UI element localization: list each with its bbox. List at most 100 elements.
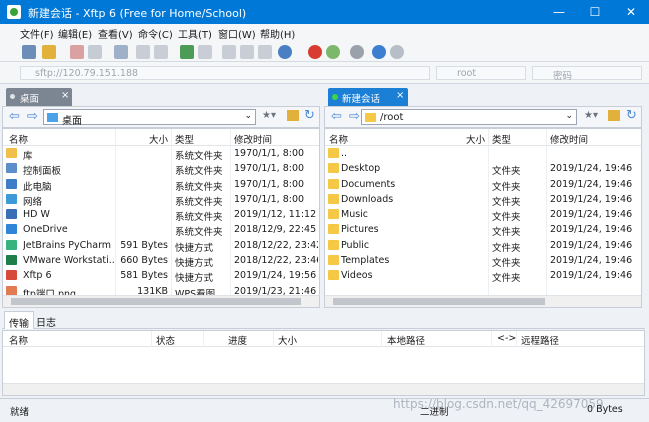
minimize-button[interactable]: — (541, 0, 577, 24)
globe-icon[interactable] (278, 45, 292, 59)
rename-icon[interactable] (222, 45, 236, 59)
left-path-field[interactable]: 桌面 ⌄ (43, 109, 256, 127)
help-icon[interactable] (372, 45, 386, 59)
col-name[interactable]: 名称 (329, 132, 348, 146)
bookmark-star-icon[interactable]: ★▾ (584, 110, 598, 121)
password-field[interactable]: 密码 (532, 66, 642, 82)
refresh-icon[interactable]: ↻ (626, 108, 637, 123)
gear-icon[interactable] (350, 45, 364, 59)
right-row[interactable]: Documents 文件夹 2019/1/24, 19:46 (325, 177, 641, 193)
col-direction[interactable]: <-> (497, 333, 516, 344)
left-row[interactable]: OneDrive 系统文件夹 2018/12/9, 22:45 (3, 222, 319, 239)
right-cell-modified: 2019/1/24, 19:46 (550, 270, 633, 282)
bookmark-star-icon[interactable]: ★▾ (262, 110, 276, 121)
right-cell-type: 文件夹 (492, 273, 521, 285)
col-modified[interactable]: 修改时间 (234, 132, 272, 146)
col-size[interactable]: 大小 (149, 132, 168, 146)
tab-close-icon[interactable]: × (396, 90, 404, 101)
left-row[interactable]: 网络 系统文件夹 1970/1/1, 8:00 (3, 192, 319, 208)
transfer-h-scrollbar[interactable] (3, 383, 644, 395)
open-folder-icon[interactable] (42, 45, 56, 59)
local-file-list: 名称 大小 类型 修改时间 库系统文件夹 1970/1/1, 8:00 控制面板 系统… (2, 128, 320, 308)
delete-icon[interactable] (240, 45, 254, 59)
sync-icon[interactable] (198, 45, 212, 59)
new-session-icon[interactable] (22, 45, 36, 59)
file-icon (6, 148, 17, 158)
right-row[interactable]: Public 文件夹 2019/1/24, 19:46 (325, 238, 641, 254)
menu-help[interactable]: 帮助(H) (260, 26, 295, 41)
tab-close-icon[interactable]: × (61, 90, 69, 101)
right-row[interactable]: Videos 文件夹 2019/1/24, 19:46 (325, 268, 641, 285)
chat-icon[interactable] (390, 45, 404, 59)
refresh-icon[interactable]: ↻ (304, 108, 315, 123)
left-cell-name: HD W (23, 209, 50, 221)
left-row[interactable]: 控制面板 系统文件夹 1970/1/1, 8:00 (3, 161, 319, 177)
col-size[interactable]: 大小 (466, 132, 485, 146)
menu-file[interactable]: 文件(F) (20, 26, 54, 41)
host-field[interactable]: sftp://120.79.151.188 (20, 66, 430, 80)
back-arrow-icon[interactable]: ⇦ (331, 109, 342, 124)
transfer-icon[interactable] (180, 45, 194, 59)
left-row[interactable]: VMware Workstati... 660 Bytes 快捷方式 2018/12/… (3, 253, 319, 269)
left-row[interactable]: 此电脑 系统文件夹 1970/1/1, 8:00 (3, 177, 319, 193)
xshell-icon[interactable] (308, 45, 322, 59)
left-cell-type: 系统文件夹 (175, 151, 223, 162)
left-row[interactable]: Xftp 6 581 Bytes 快捷方式 2019/1/24, 19:56 (3, 268, 319, 284)
tab-local-desktop[interactable]: 桌面 × (6, 88, 72, 106)
col-modified[interactable]: 修改时间 (550, 132, 588, 146)
menu-view[interactable]: 查看(V) (98, 26, 133, 41)
col-status[interactable]: 状态 (156, 333, 175, 347)
col-type[interactable]: 类型 (175, 132, 194, 146)
chevron-down-icon[interactable]: ⌄ (244, 111, 252, 121)
copy-icon[interactable] (136, 45, 150, 59)
right-cell-name: Downloads (341, 193, 394, 205)
back-arrow-icon[interactable]: ⇦ (9, 109, 20, 124)
left-cell-type: 系统文件夹 (175, 227, 223, 239)
local-h-scrollbar[interactable] (3, 295, 319, 307)
forward-arrow-icon[interactable]: ⇨ (349, 109, 360, 124)
chevron-down-icon[interactable]: ⌄ (565, 111, 573, 121)
left-cell-modified: 1970/1/1, 8:00 (234, 178, 305, 190)
tab-transfer[interactable]: 传输 (4, 311, 34, 330)
right-row[interactable]: .. (325, 146, 641, 161)
right-row[interactable]: Desktop 文件夹 2019/1/24, 19:46 (325, 161, 641, 177)
disconnect-icon[interactable] (70, 45, 84, 59)
right-row[interactable]: Pictures 文件夹 2019/1/24, 19:46 (325, 222, 641, 238)
right-path-field[interactable]: /root ⌄ (361, 109, 577, 125)
col-remote-path[interactable]: 远程路径 (521, 333, 559, 347)
view-icon[interactable] (258, 45, 272, 59)
local-h-scroll-thumb[interactable] (11, 298, 301, 305)
col-progress[interactable]: 进度 (228, 333, 247, 347)
forward-arrow-icon[interactable]: ⇨ (27, 109, 38, 124)
col-name[interactable]: 名称 (9, 132, 28, 146)
col-name[interactable]: 名称 (9, 333, 28, 347)
menu-edit[interactable]: 编辑(E) (58, 26, 92, 41)
folder-up-icon[interactable] (608, 110, 620, 121)
right-row[interactable]: Music 文件夹 2019/1/24, 19:46 (325, 207, 641, 223)
left-row[interactable]: 库 系统文件夹 1970/1/1, 8:00 (3, 146, 319, 162)
right-row[interactable]: Downloads 文件夹 2019/1/24, 19:46 (325, 192, 641, 208)
properties-icon[interactable] (114, 45, 128, 59)
reconnect-icon[interactable] (88, 45, 102, 59)
tab-new-session[interactable]: 新建会话 × (328, 88, 408, 106)
remote-h-scrollbar[interactable] (325, 295, 641, 307)
col-size[interactable]: 大小 (278, 333, 297, 347)
close-button[interactable]: ✕ (613, 0, 649, 24)
menu-command[interactable]: 命令(C) (138, 26, 173, 41)
col-local-path[interactable]: 本地路径 (387, 333, 425, 347)
remote-h-scroll-thumb[interactable] (333, 298, 545, 305)
paste-icon[interactable] (154, 45, 168, 59)
tab-local-label: 桌面 (20, 94, 40, 105)
left-row[interactable]: JetBrains PyCharm ... 591 Bytes 快捷方式 2018/1… (3, 238, 319, 254)
left-row[interactable]: HD W 系统文件夹 2019/1/12, 11:12 (3, 207, 319, 223)
col-type[interactable]: 类型 (492, 132, 511, 146)
username-field[interactable]: root (436, 66, 526, 80)
maximize-button[interactable]: ☐ (577, 0, 613, 24)
script-icon[interactable] (326, 45, 340, 59)
folder-up-icon[interactable] (287, 110, 299, 121)
folder-icon (328, 209, 339, 220)
right-row[interactable]: Templates 文件夹 2019/1/24, 19:46 (325, 253, 641, 269)
menu-tools[interactable]: 工具(T) (178, 26, 212, 41)
menu-window[interactable]: 窗口(W) (218, 26, 256, 41)
tab-log[interactable]: 日志 (36, 314, 56, 329)
